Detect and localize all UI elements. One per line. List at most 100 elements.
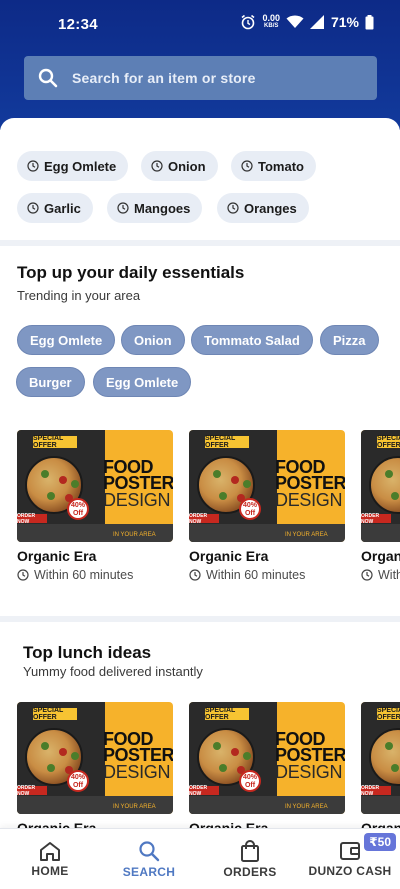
section-title-daily-essentials: Top up your daily essentials (17, 263, 245, 282)
poster-discount: 40% Off (239, 770, 261, 792)
history-icon (241, 160, 253, 172)
poster-footer: IN YOUR AREA (285, 804, 328, 810)
poster-discount: 40% Off (67, 770, 89, 792)
poster-discount: 40% Off (67, 498, 89, 520)
history-icon (151, 160, 163, 172)
store-poster-image: SPECIAL OFFER 40% Off ORDER NOW (361, 702, 400, 814)
delivery-eta-label: Within 60 minutes (34, 568, 134, 582)
nav-home[interactable]: HOME (20, 829, 80, 889)
poster-footer: IN YOUR AREA (285, 532, 328, 538)
clock-icon (189, 569, 201, 581)
home-icon (40, 842, 60, 861)
section-subtitle-daily-essentials: Trending in your area (17, 288, 141, 303)
store-card[interactable]: SPECIAL OFFER 40% Off ORDER NOW Organic … (361, 430, 400, 582)
store-card[interactable]: SPECIAL OFFER 40% Off ORDER NOW FOOD POS… (17, 702, 173, 836)
recent-search-chip[interactable]: Mangoes (107, 193, 203, 223)
store-name: Organic Era (189, 548, 269, 564)
search-bar[interactable]: Search for an item or store (24, 56, 377, 100)
speed-unit: KB/S (264, 23, 279, 29)
recent-search-chip[interactable]: Tomato (231, 151, 316, 181)
poster-offer: SPECIAL OFFER (377, 435, 400, 449)
recent-search-label: Tomato (258, 158, 304, 174)
alarm-icon (241, 14, 255, 30)
history-icon (117, 202, 129, 214)
poster-line3: DESIGN (275, 490, 343, 510)
search-icon (139, 841, 160, 862)
search-placeholder: Search for an item or store (72, 70, 256, 86)
poster-offer: SPECIAL OFFER (205, 435, 249, 449)
recent-search-label: Oranges (244, 200, 297, 216)
trending-chip[interactable]: Burger (16, 367, 85, 397)
network-speed: 0.00 KB/S (262, 14, 280, 30)
poster-offer: SPECIAL OFFER (377, 707, 400, 721)
recent-search-label: Onion (168, 158, 206, 174)
poster-ribbon: ORDER NOW (361, 513, 391, 525)
trending-chip[interactable]: Onion (121, 325, 185, 355)
recent-search-chip[interactable]: Onion (141, 151, 218, 181)
store-poster-image: SPECIAL OFFER 40% Off ORDER NOW FOOD POS… (189, 702, 345, 814)
poster-ribbon: ORDER NOW (17, 785, 47, 797)
poster-ribbon: ORDER NOW (17, 513, 47, 525)
delivery-eta-label: Within 60 minutes (206, 568, 306, 582)
recent-search-label: Garlic (44, 200, 81, 216)
header: 12:34 0.00 KB/S 71% Search for an item o… (0, 0, 400, 130)
clock-icon (17, 569, 29, 581)
section-divider (0, 240, 400, 246)
clock: 12:34 (58, 16, 98, 33)
store-poster-image: SPECIAL OFFER 40% Off ORDER NOW FOOD POS… (17, 430, 173, 542)
poster-discount: 40% Off (239, 498, 261, 520)
store-card[interactable]: SPECIAL OFFER 40% Off ORDER NOW FOOD POS… (189, 430, 345, 582)
store-name: Organic Era (17, 548, 97, 564)
nav-search-label: SEARCH (122, 865, 176, 879)
poster-offer: SPECIAL OFFER (205, 707, 249, 721)
delivery-eta: Within 60 minutes (189, 568, 345, 582)
content-sheet: Egg Omlete Onion Tomato Garlic Mangoes O… (0, 118, 400, 838)
section-divider (0, 616, 400, 622)
poster-ribbon: ORDER NOW (189, 785, 219, 797)
history-icon (227, 202, 239, 214)
poster-offer: SPECIAL OFFER (33, 707, 77, 721)
recent-search-chip[interactable]: Egg Omlete (17, 151, 129, 181)
nav-dunzo-cash-label: DUNZO CASH (308, 864, 392, 878)
section-subtitle-lunch-ideas: Yummy food delivered instantly (23, 664, 203, 679)
wallet-icon (340, 842, 360, 860)
store-poster-image: SPECIAL OFFER 40% Off ORDER NOW FOOD POS… (189, 430, 345, 542)
poster-line3: DESIGN (275, 762, 343, 782)
trending-chip[interactable]: Tommato Salad (191, 325, 313, 355)
store-card[interactable]: SPECIAL OFFER 40% Off ORDER NOW FOOD POS… (17, 430, 173, 582)
trending-chip[interactable]: Egg Omlete (17, 325, 116, 355)
nav-orders[interactable]: ORDERS (218, 829, 282, 889)
battery-percent: 71% (330, 14, 359, 30)
trending-chip[interactable]: Pizza (320, 325, 379, 355)
history-icon (27, 160, 39, 172)
store-poster-image: SPECIAL OFFER 40% Off ORDER NOW FOOD POS… (17, 702, 173, 814)
nav-home-label: HOME (31, 864, 69, 878)
recent-search-chip[interactable]: Garlic (17, 193, 93, 223)
poster-line3: DESIGN (103, 490, 171, 510)
poster-ribbon: ORDER NOW (189, 513, 219, 525)
clock-icon (361, 569, 373, 581)
recent-search-label: Egg Omlete (44, 158, 117, 174)
poster-offer: SPECIAL OFFER (33, 435, 77, 449)
nav-search[interactable]: SEARCH (118, 829, 180, 889)
section-title-lunch-ideas: Top lunch ideas (23, 643, 152, 662)
poster-ribbon: ORDER NOW (361, 785, 391, 797)
recent-search-label: Mangoes (134, 200, 191, 216)
status-bar: 12:34 0.00 KB/S 71% (0, 0, 400, 40)
delivery-eta: Within 60 minutes (17, 568, 173, 582)
recent-search-chip[interactable]: Oranges (217, 193, 309, 223)
speed-value: 0.00 (262, 13, 280, 23)
delivery-eta-label: Within 60 minutes (378, 568, 400, 582)
store-card[interactable]: SPECIAL OFFER 40% Off ORDER NOW Organic … (361, 702, 400, 836)
status-icons: 0.00 KB/S 71% (240, 14, 374, 30)
poster-line3: DESIGN (103, 762, 171, 782)
bag-icon (241, 840, 259, 862)
battery-icon (365, 14, 374, 29)
store-poster-image: SPECIAL OFFER 40% Off ORDER NOW (361, 430, 400, 542)
search-icon (24, 56, 72, 100)
history-icon (27, 202, 39, 214)
store-card[interactable]: SPECIAL OFFER 40% Off ORDER NOW FOOD POS… (189, 702, 345, 836)
poster-footer: IN YOUR AREA (113, 804, 156, 810)
cellular-signal-icon (309, 15, 324, 29)
trending-chip[interactable]: Egg Omlete (93, 367, 192, 397)
